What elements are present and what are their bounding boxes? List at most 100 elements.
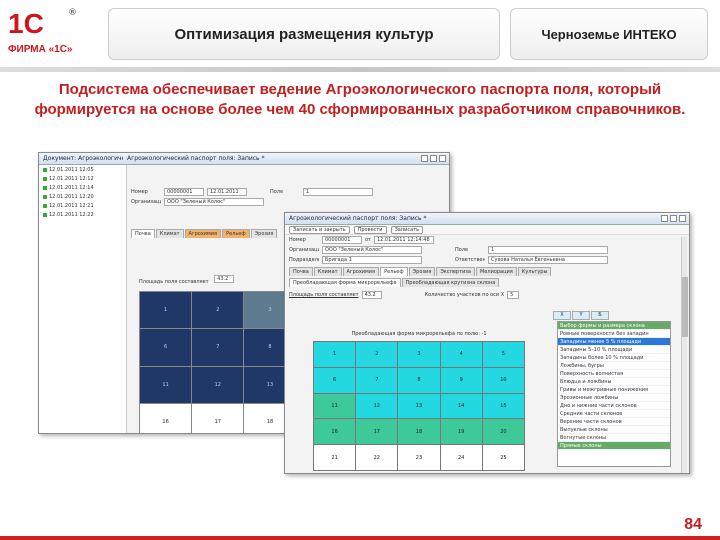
tab-relief[interactable]: Рельеф [222, 229, 250, 238]
subdivision-input[interactable]: Бригада 1 [322, 256, 422, 264]
col-b[interactable]: Б [591, 311, 609, 320]
minimize-icon[interactable] [421, 155, 428, 162]
list-item[interactable]: Блюдца и ложбины [558, 378, 670, 386]
grid-cell[interactable]: 7 [356, 367, 398, 393]
grid-cell[interactable]: 4 [440, 342, 482, 367]
grid-cell[interactable]: 20 [482, 419, 524, 445]
field-label: Поле [455, 247, 469, 253]
date-input[interactable]: 12.01.2011 12:14:48 [373, 236, 434, 244]
grid-cell[interactable]: 16 [140, 403, 192, 433]
grid-cell[interactable]: 24 [440, 445, 482, 470]
list-item[interactable]: Эрозионные ложбины [558, 394, 670, 402]
grid-cell[interactable]: 5 [482, 342, 524, 367]
field-input[interactable]: 1 [303, 188, 373, 196]
grid-cell[interactable]: 3 [398, 342, 440, 367]
col-x[interactable]: X [553, 311, 571, 320]
grid-cell[interactable]: 2 [356, 342, 398, 367]
tab-soil[interactable]: Почва [131, 229, 155, 238]
list-item[interactable]: Западины более 10 % площади [558, 354, 670, 362]
minimize-icon[interactable] [661, 215, 668, 222]
number-input[interactable]: 00000001 [164, 188, 204, 196]
grid-cell[interactable]: 15 [482, 393, 524, 419]
responsible-input[interactable]: Сухова Наталья Евгеньевна [488, 256, 608, 264]
tab-climate[interactable]: Климат [313, 267, 342, 276]
field-input[interactable]: 1 [488, 246, 608, 254]
record-button[interactable]: Записать [390, 225, 424, 234]
col-y[interactable]: Y [572, 311, 590, 320]
grid-cell[interactable]: 12 [192, 366, 244, 403]
grid-cell[interactable]: 11 [140, 366, 192, 403]
grid-cell[interactable]: 19 [440, 419, 482, 445]
grid-cell[interactable]: 2 [192, 292, 244, 329]
tab-relief[interactable]: Рельеф [380, 267, 408, 276]
grid-cell[interactable]: 14 [440, 393, 482, 419]
grid-cell[interactable]: 21 [314, 445, 356, 470]
list-item[interactable]: Выпуклые склоны [558, 426, 670, 434]
list-item[interactable]: 12.01.2011 12:22 [39, 210, 126, 219]
area-value[interactable]: 43.2 [361, 291, 382, 299]
number-input[interactable]: 00000001 [322, 236, 362, 244]
list-item[interactable]: 12.01.2011 12:12 [39, 174, 126, 183]
plot-grid: 1 2 3 4 5 6 7 8 9 10 11 12 13 14 15 16 1… [313, 341, 525, 471]
grid-cell[interactable]: 13 [398, 393, 440, 419]
tab-cultures[interactable]: Культуры [517, 267, 552, 276]
grid-cell[interactable]: 6 [140, 329, 192, 366]
org-input[interactable]: ООО "Зеленый Колос" [322, 246, 422, 254]
grid-cell[interactable]: 1 [140, 292, 192, 329]
count-value[interactable]: 5 [507, 291, 520, 299]
tab-melioration[interactable]: Мелиорация [475, 267, 517, 276]
scrollbar-thumb[interactable] [682, 277, 688, 337]
list-item[interactable]: Ровные поверхности без западин [558, 330, 670, 338]
list-item[interactable]: Верхние части склонов [558, 418, 670, 426]
subtab-microrelief[interactable]: Преобладающая форма микрорельефа [289, 278, 401, 287]
tab-soil[interactable]: Почва [289, 267, 313, 276]
save-close-button[interactable]: Записать и закрыть [289, 225, 350, 234]
grid-cell[interactable]: 11 [314, 393, 356, 419]
close-icon[interactable] [679, 215, 686, 222]
list-item[interactable]: Прямые склоны [558, 442, 670, 450]
grid-cell[interactable]: 9 [440, 367, 482, 393]
grid-cell[interactable]: 16 [314, 419, 356, 445]
grid-cell[interactable]: 17 [356, 419, 398, 445]
list-item[interactable]: 12.01.2011 12:05 [39, 165, 126, 174]
subtab-slope[interactable]: Преобладающая крутизна склона [401, 278, 500, 287]
area-value[interactable]: 43.2 [214, 275, 235, 283]
maximize-icon[interactable] [430, 155, 437, 162]
grid-cell[interactable]: 7 [192, 329, 244, 366]
grid-cell[interactable]: 18 [398, 419, 440, 445]
list-item[interactable]: Средние части склонов [558, 410, 670, 418]
list-item[interactable]: Ложбины, бугры [558, 362, 670, 370]
org-input[interactable]: ООО "Зеленый Колос" [164, 198, 264, 206]
tab-agrochem[interactable]: Агрохимия [342, 267, 380, 276]
grid-cell[interactable]: 10 [482, 367, 524, 393]
list-item[interactable]: 12.01.2011 12:14 [39, 183, 126, 192]
tab-erosion[interactable]: Эрозия [408, 267, 436, 276]
tab-expertise[interactable]: Экспертиза [436, 267, 475, 276]
list-item[interactable]: Гривы и межгривные понижения [558, 386, 670, 394]
scrollbar[interactable] [681, 237, 688, 473]
date-input[interactable]: 12.01.2011 [207, 188, 247, 196]
tab-climate[interactable]: Климат [155, 229, 184, 238]
maximize-icon[interactable] [670, 215, 677, 222]
list-item[interactable]: Западины 5–10 % площади [558, 346, 670, 354]
list-item[interactable]: Дно и нижние части склонов [558, 402, 670, 410]
grid-cell[interactable]: 17 [192, 403, 244, 433]
grid-cell[interactable]: 6 [314, 367, 356, 393]
tab-erosion[interactable]: Эрозия [250, 229, 278, 238]
grid-cell[interactable]: 25 [482, 445, 524, 470]
post-button[interactable]: Провести [353, 225, 387, 234]
list-item[interactable]: 12.01.2011 12:21 [39, 201, 126, 210]
grid-cell[interactable]: 23 [398, 445, 440, 470]
slide-title: Оптимизация размещения культур [108, 8, 500, 60]
list-item[interactable]: 12.01.2011 12:20 [39, 192, 126, 201]
list-item[interactable]: Западины менее 5 % площади [558, 338, 670, 346]
grid-cell[interactable]: 8 [398, 367, 440, 393]
close-icon[interactable] [439, 155, 446, 162]
grid-cell[interactable]: 12 [356, 393, 398, 419]
tab-agrochem[interactable]: Агрохимия [184, 229, 222, 238]
list-item[interactable]: Вогнутые склоны [558, 434, 670, 442]
grid-cell[interactable]: 22 [356, 445, 398, 470]
list-item[interactable]: Выбор формы и размера склона [558, 322, 670, 330]
grid-cell[interactable]: 1 [314, 342, 356, 367]
list-item[interactable]: Поверхность волнистая [558, 370, 670, 378]
